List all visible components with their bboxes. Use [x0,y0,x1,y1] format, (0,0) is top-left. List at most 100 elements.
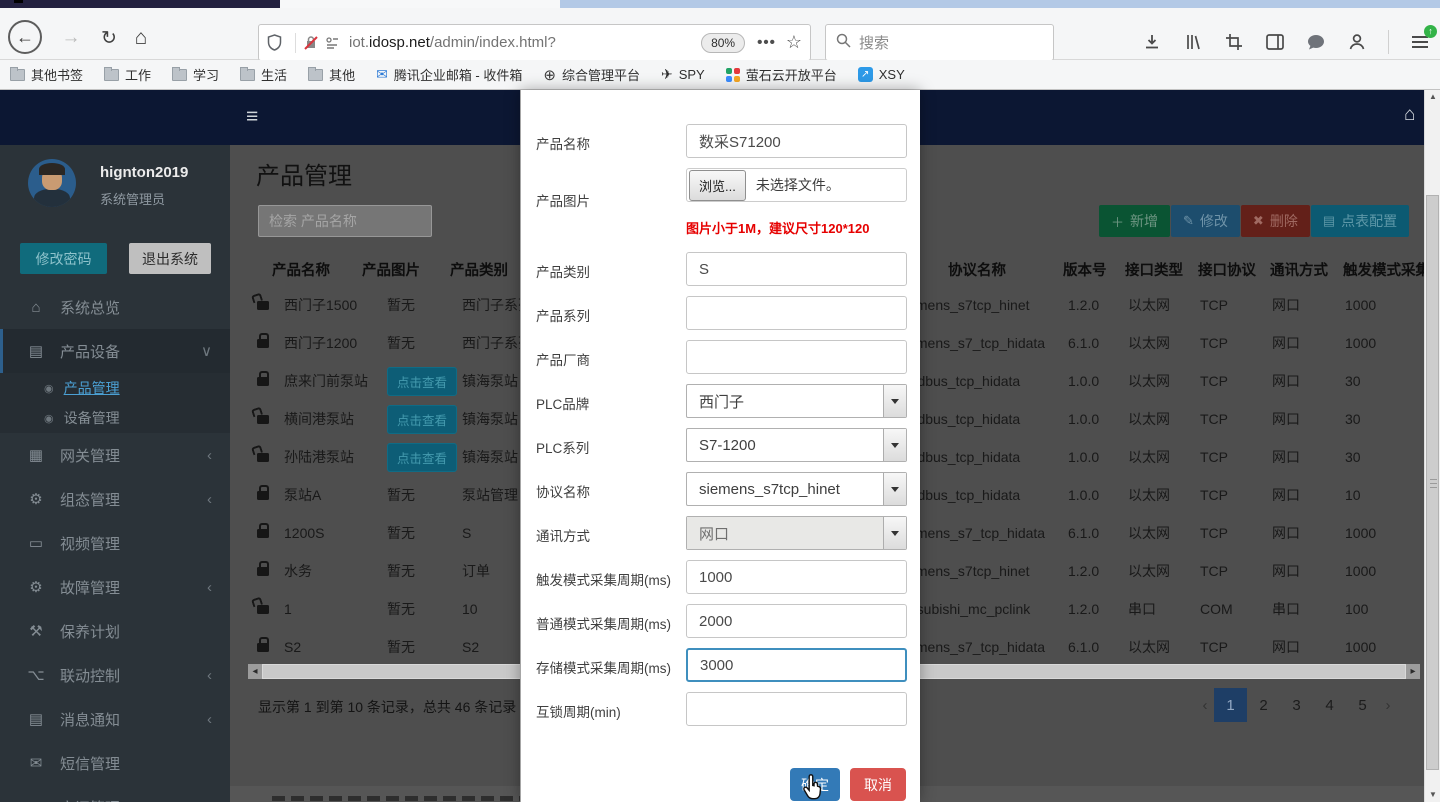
change-password-button[interactable]: 修改密码 [20,243,107,274]
sidebar-item-空间管理[interactable]: ▦空间管理 [0,785,230,802]
scroll-up-arrow-icon[interactable]: ▲ [1425,90,1440,104]
sidebar-subitem-设备管理[interactable]: ◉设备管理 [0,403,230,433]
sidebar-item-网关管理[interactable]: ▦网关管理‹ [0,433,230,477]
pagination-page-1[interactable]: 1 [1214,688,1247,722]
select-PLC系列[interactable]: S7-1200 [686,428,907,462]
cancel-button[interactable]: 取消 [850,768,906,801]
table-row[interactable]: siemens_s7tcp_hinet1.2.0以太网TCP网口1000 [920,286,1424,324]
table-row[interactable]: modbus_tcp_hidata1.0.0以太网TCP网口30 [920,400,1424,438]
bookmark-item[interactable]: 学习 [172,65,219,84]
sidebar-collapse-icon[interactable]: ≡ [246,105,258,129]
back-button[interactable]: ← [8,20,42,54]
bookmark-item[interactable]: 工作 [104,65,151,84]
table-search-input[interactable]: 检索 产品名称 [258,205,432,237]
file-input[interactable]: 浏览...未选择文件。 [686,168,907,202]
sidebar-item-消息通知[interactable]: ▤消息通知‹ [0,697,230,741]
view-image-button[interactable]: 点击查看 [387,443,457,472]
bookmark-item[interactable]: 其他 [308,65,355,84]
table-row[interactable]: siemens_s7_tcp_hidata6.1.0以太网TCP网口1000 [920,324,1424,362]
home-button[interactable]: ⌂ [126,23,156,53]
browser-vertical-scrollbar[interactable]: ▲ ▼ [1424,90,1440,802]
text-input-产品类别[interactable]: S [686,252,907,286]
shield-icon[interactable] [267,34,282,51]
table-row[interactable]: 水务暂无订单 [230,552,520,590]
url-bar[interactable]: iot.idosp.net/admin/index.html? 80% ••• … [258,24,811,61]
chevron-down-icon[interactable] [883,385,906,417]
pagination-page-2[interactable]: 2 [1247,688,1280,722]
library-icon[interactable] [1183,32,1203,52]
scroll-down-arrow-icon[interactable]: ▼ [1425,788,1440,802]
view-image-button[interactable]: 点击查看 [387,405,457,434]
edit-button[interactable]: ✎修改 [1171,205,1240,237]
pagination-page-5[interactable]: 5 [1346,688,1379,722]
table-row[interactable]: 横间港泵站点击查看镇海泵站 [230,400,520,438]
sidebar-toggle-icon[interactable] [1265,32,1285,52]
url-text[interactable]: iot.idosp.net/admin/index.html? [349,34,556,51]
text-input-存储模式采集周期(ms)[interactable]: 3000 [686,648,907,682]
table-row[interactable]: 泵站A暂无泵站管理 [230,476,520,514]
bookmark-star-icon[interactable]: ☆ [786,32,802,53]
logout-button[interactable]: 退出系统 [129,243,211,274]
text-input-产品名称[interactable]: 数采S71200 [686,124,907,158]
sidebar-item-视频管理[interactable]: ▭视频管理 [0,521,230,565]
table-row[interactable]: siemens_s7tcp_hinet1.2.0以太网TCP网口1000 [920,552,1424,590]
sidebar-item-故障管理[interactable]: ⚙故障管理‹ [0,565,230,609]
text-input-触发模式采集周期(ms)[interactable]: 1000 [686,560,907,594]
page-actions-icon[interactable]: ••• [757,34,776,51]
pagination-page-3[interactable]: 3 [1280,688,1313,722]
blocked-permission-icon[interactable] [303,35,319,51]
menu-hamburger-icon[interactable]: ↑ [1410,32,1430,52]
table-row[interactable]: siemens_s7_tcp_hidata6.1.0以太网TCP网口1000 [920,514,1424,552]
bookmark-item[interactable]: 生活 [240,65,287,84]
bookmark-item[interactable]: ✉腾讯企业邮箱 - 收件箱 [376,65,522,84]
text-input-产品系列[interactable] [686,296,907,330]
site-permissions-icon[interactable] [325,36,339,50]
pagination-next[interactable]: › [1379,697,1397,714]
reload-button[interactable]: ↻ [94,23,124,53]
screenshot-crop-icon[interactable] [1224,32,1244,52]
sidebar-item-系统总览[interactable]: ⌂系统总览 [0,285,230,329]
table-row[interactable]: modbus_tcp_hidata1.0.0以太网TCP网口10 [920,476,1424,514]
vertical-scrollbar-thumb[interactable] [1426,195,1439,770]
pagination-page-4[interactable]: 4 [1313,688,1346,722]
text-input-产品厂商[interactable] [686,340,907,374]
text-input-普通模式采集周期(ms)[interactable]: 2000 [686,604,907,638]
downloads-icon[interactable] [1142,32,1162,52]
delete-button[interactable]: ✖删除 [1241,205,1310,237]
text-input-互锁周期(min)[interactable] [686,692,907,726]
view-image-button[interactable]: 点击查看 [387,367,457,396]
point-table-config-button[interactable]: ▤点表配置 [1311,205,1409,237]
forward-button[interactable]: → [56,23,86,53]
table-row[interactable]: 庶来门前泵站点击查看镇海泵站 [230,362,520,400]
table-row[interactable]: modbus_tcp_hidata1.0.0以太网TCP网口30 [920,438,1424,476]
chevron-down-icon[interactable] [883,473,906,505]
pagination-prev[interactable]: ‹ [1196,697,1214,714]
sidebar-item-组态管理[interactable]: ⚙组态管理‹ [0,477,230,521]
add-button[interactable]: ＋新增 [1099,205,1170,237]
bookmark-item[interactable]: ⊕综合管理平台 [543,65,640,84]
chat-bubble-icon[interactable] [1306,32,1326,52]
scroll-left-arrow-icon[interactable]: ◂ [248,666,262,677]
table-row[interactable]: 西门子1200暂无西门子系列 [230,324,520,362]
table-row[interactable]: S2暂无S2 [230,628,520,666]
browse-button[interactable]: 浏览... [689,170,746,201]
sidebar-subitem-产品管理[interactable]: ◉产品管理 [0,373,230,403]
sidebar-item-产品设备[interactable]: ▤产品设备∨ [0,329,230,373]
sidebar-item-短信管理[interactable]: ✉短信管理 [0,741,230,785]
active-tab-stub[interactable] [280,0,560,8]
zoom-level-badge[interactable]: 80% [701,33,745,53]
table-row[interactable]: 西门子1500暂无西门子系列 [230,286,520,324]
sidebar-item-联动控制[interactable]: ⌥联动控制‹ [0,653,230,697]
select-PLC品牌[interactable]: 西门子 [686,384,907,418]
table-row[interactable]: 孙陆港泵站点击查看镇海泵站 [230,438,520,476]
account-icon[interactable] [1347,32,1367,52]
browser-search-input[interactable]: 搜索 [825,24,1054,61]
bookmark-item[interactable]: 其他书签 [10,65,83,84]
sidebar-item-保养计划[interactable]: ⚒保养计划 [0,609,230,653]
table-row[interactable]: 1200S暂无S [230,514,520,552]
header-user-icon[interactable]: ⌂ [1404,104,1415,126]
bookmark-item[interactable]: ↗XSY [858,67,905,82]
bookmark-item[interactable]: ✈SPY [661,66,705,83]
bookmark-item[interactable]: 萤石云开放平台 [726,65,837,84]
scroll-right-arrow-icon[interactable]: ▸ [1406,666,1420,677]
